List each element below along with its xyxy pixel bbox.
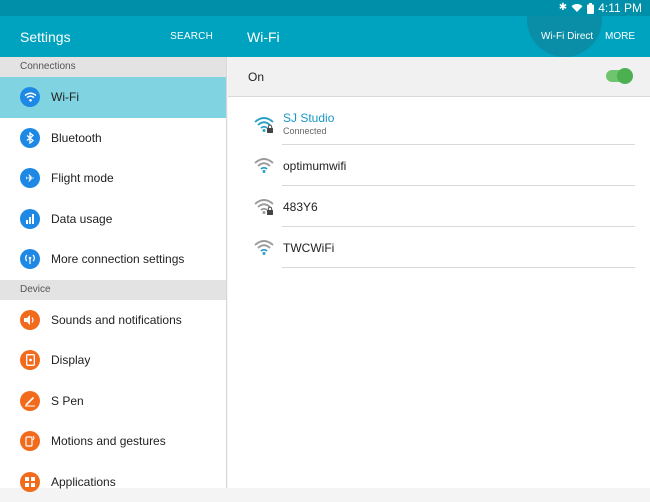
- settings-title: Settings: [20, 29, 71, 45]
- wifi-icon: [254, 237, 274, 257]
- sidebar-item-more-connection-settings[interactable]: More connection settings: [0, 239, 226, 280]
- network-name: TWCWiFi: [283, 241, 334, 255]
- battery-icon: [587, 3, 594, 14]
- sidebar-item-data-usage[interactable]: Data usage: [0, 199, 226, 240]
- status-time: 4:11 PM: [598, 1, 642, 15]
- sidebar-item-label: S Pen: [51, 394, 84, 408]
- sidebar-item-label: Display: [51, 353, 90, 367]
- section-header-connections: Connections: [0, 57, 226, 77]
- wifi-toggle-label: On: [248, 70, 264, 84]
- wifi-header: Wi-Fi Wi-Fi Direct MORE: [227, 16, 650, 57]
- settings-header: Settings SEARCH: [0, 16, 227, 57]
- sidebar-item-label: Applications: [51, 475, 116, 489]
- sidebar-item-s-pen[interactable]: S Pen: [0, 381, 226, 422]
- sidebar-item-bluetooth[interactable]: Bluetooth: [0, 118, 226, 159]
- network-item-483y6[interactable]: 483Y6: [248, 186, 650, 227]
- sidebar-item-motions[interactable]: Motions and gestures: [0, 421, 226, 462]
- network-list: SJ Studio Connected optimumwifi: [228, 97, 650, 268]
- volume-icon: [20, 310, 40, 330]
- network-item-twcwifi[interactable]: TWCWiFi: [248, 227, 650, 268]
- network-name: optimumwifi: [283, 159, 346, 173]
- search-button[interactable]: SEARCH: [170, 31, 213, 42]
- sidebar-item-label: Flight mode: [51, 171, 114, 185]
- sidebar-item-label: Motions and gestures: [51, 434, 166, 448]
- bluetooth-icon: [20, 128, 40, 148]
- sidebar-item-label: More connection settings: [51, 252, 184, 266]
- sidebar-item-flight-mode[interactable]: ✈ Flight mode: [0, 158, 226, 199]
- wifi-locked-icon: [254, 114, 274, 134]
- bluetooth-icon: ✱: [559, 1, 567, 15]
- sidebar-item-wifi[interactable]: Wi-Fi: [0, 77, 226, 118]
- sidebar-item-applications[interactable]: Applications: [0, 462, 226, 502]
- network-item-optimumwifi[interactable]: optimumwifi: [248, 145, 650, 186]
- wifi-direct-button[interactable]: Wi-Fi Direct: [527, 16, 602, 57]
- wifi-pane: On SJ Studio Connected: [228, 57, 650, 488]
- airplane-icon: ✈: [20, 168, 40, 188]
- antenna-icon: [20, 249, 40, 269]
- sidebar-item-label: Data usage: [51, 212, 112, 226]
- status-bar: ✱ 4:11 PM: [0, 0, 650, 16]
- network-name: SJ Studio: [283, 111, 334, 125]
- data-usage-icon: [20, 209, 40, 229]
- sidebar-item-label: Bluetooth: [51, 131, 102, 145]
- pen-icon: [20, 391, 40, 411]
- wifi-icon: [254, 155, 274, 175]
- display-icon: [20, 350, 40, 370]
- wifi-toggle-row[interactable]: On: [228, 57, 650, 97]
- network-name: 483Y6: [283, 200, 318, 214]
- more-button[interactable]: MORE: [605, 31, 635, 42]
- wifi-locked-icon: [254, 196, 274, 216]
- wifi-toggle-switch[interactable]: [606, 70, 631, 82]
- divider: [282, 267, 635, 268]
- sidebar-item-sounds[interactable]: Sounds and notifications: [0, 300, 226, 341]
- section-header-device: Device: [0, 280, 226, 300]
- settings-sidebar: Connections Wi-Fi Bluetooth ✈ Flight mod…: [0, 57, 227, 488]
- network-item-sj-studio[interactable]: SJ Studio Connected: [248, 104, 650, 145]
- wifi-icon: [20, 87, 40, 107]
- sidebar-item-label: Wi-Fi: [51, 90, 79, 104]
- gesture-icon: [20, 431, 40, 451]
- wifi-title: Wi-Fi: [247, 29, 280, 45]
- toggle-knob: [617, 68, 633, 84]
- sidebar-item-label: Sounds and notifications: [51, 313, 182, 327]
- wifi-icon: [571, 3, 583, 13]
- apps-icon: [20, 472, 40, 492]
- wifi-direct-label: Wi-Fi Direct: [541, 31, 593, 42]
- sidebar-item-display[interactable]: Display: [0, 340, 226, 381]
- network-status: Connected: [283, 126, 327, 136]
